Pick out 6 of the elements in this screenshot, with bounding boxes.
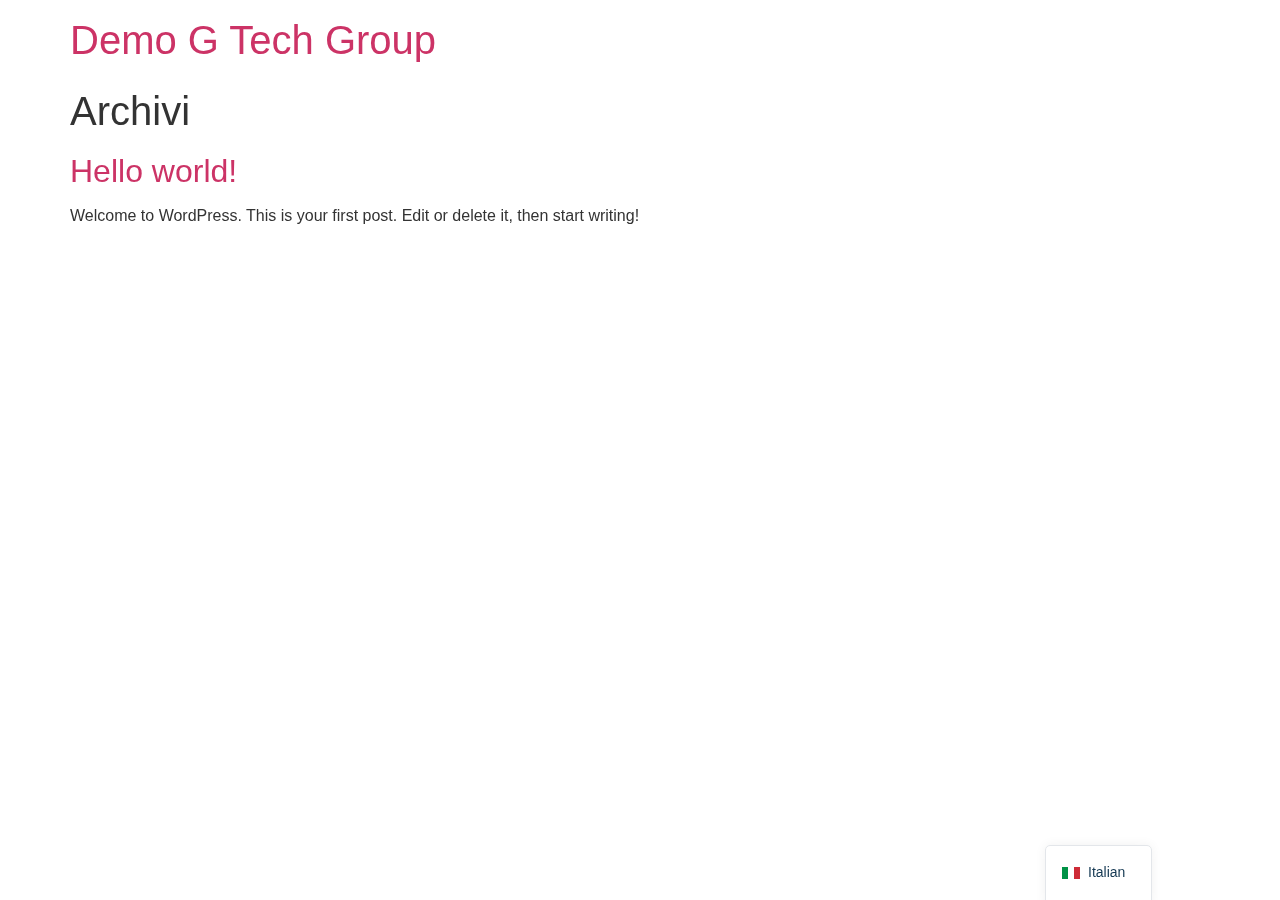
language-switcher-button[interactable]: Italian <box>1045 845 1152 900</box>
post-excerpt: Welcome to WordPress. This is your first post. Edit or delete it, then start writing! <box>70 206 640 227</box>
flag-icon <box>1062 866 1080 879</box>
post-title-link[interactable]: Hello world! <box>70 152 238 191</box>
site-title-link[interactable]: Demo G Tech Group <box>70 16 437 64</box>
page-title: Archivi <box>70 88 191 135</box>
